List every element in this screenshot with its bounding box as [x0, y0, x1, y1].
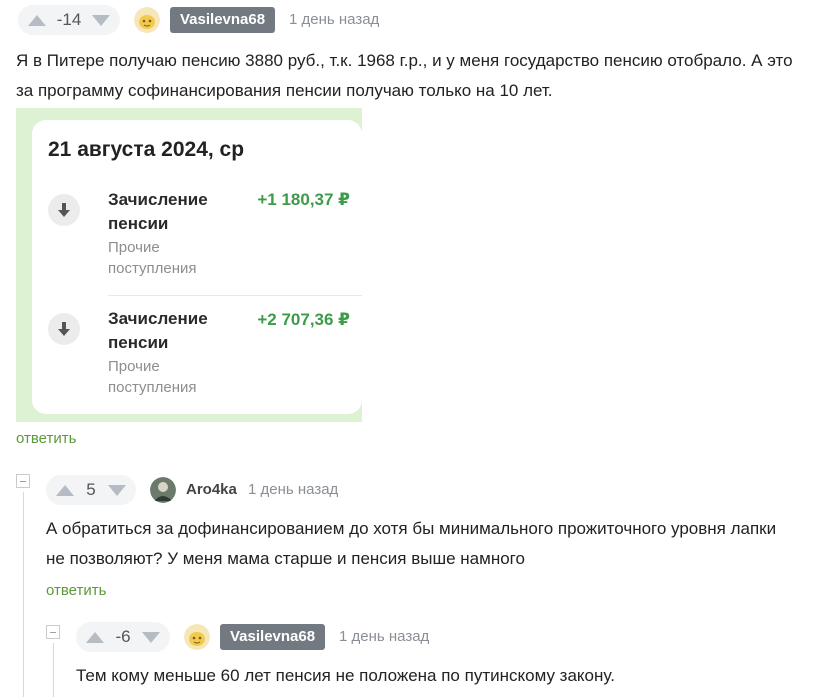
operation-title: Зачисление пенсии: [108, 190, 208, 233]
collapse-icon[interactable]: [46, 625, 60, 639]
author-name[interactable]: Vasilevna68: [170, 7, 276, 33]
avatar[interactable]: [134, 7, 160, 33]
upvote-icon[interactable]: [28, 14, 46, 26]
thread-line: [53, 643, 54, 697]
comment-score: -14: [56, 10, 82, 29]
rating-widget: -14: [18, 5, 120, 35]
thread-line: [23, 492, 24, 697]
collapse-icon[interactable]: [16, 474, 30, 488]
comment-text-line: Тем кому меньше 60 лет пенсия не положен…: [76, 666, 615, 685]
reply-link[interactable]: ответить: [46, 582, 106, 599]
downvote-icon[interactable]: [91, 14, 110, 26]
author-name[interactable]: Aro4ka: [186, 477, 237, 503]
rating-widget: -6: [76, 622, 170, 652]
downvote-icon[interactable]: [142, 631, 160, 643]
comment-score: -6: [115, 627, 131, 646]
comment-text-line: не позволяют? У меня мама старше и пенси…: [46, 549, 525, 568]
upvote-icon[interactable]: [86, 631, 104, 643]
attached-image[interactable]: 21 августа 2024, ср Зачисление пенсии Пр…: [16, 108, 362, 422]
divider: [108, 295, 362, 296]
operation-title: Зачисление пенсии: [108, 309, 208, 352]
operation-amount: +1 180,37 ₽: [257, 190, 350, 209]
incoming-arrow-icon: [48, 194, 80, 226]
operation-amount: +2 707,36 ₽: [257, 310, 350, 329]
reply-link[interactable]: ответить: [16, 430, 76, 447]
comment-text-line: Я в Питере получаю пенсию 3880 руб., т.к…: [16, 51, 793, 70]
operation-category: Прочие поступления: [108, 239, 197, 277]
avatar[interactable]: [150, 477, 176, 503]
comment-time: 1 день назад: [289, 11, 380, 28]
comment-text-line: А обратиться за дофинансированием до хот…: [46, 519, 777, 538]
bank-statement-card: 21 августа 2024, ср Зачисление пенсии Пр…: [32, 120, 362, 414]
author-name[interactable]: Vasilevna68: [220, 624, 326, 650]
incoming-arrow-icon: [48, 313, 80, 345]
operation-category: Прочие поступления: [108, 358, 197, 396]
comment-score: 5: [86, 480, 96, 499]
comment-time: 1 день назад: [339, 628, 430, 645]
statement-date: 21 августа 2024, ср: [48, 138, 245, 161]
avatar[interactable]: [184, 624, 210, 650]
upvote-icon[interactable]: [56, 484, 74, 496]
comment-text-line: за программу софинансирования пенсии пол…: [16, 81, 553, 100]
rating-widget: 5: [46, 475, 136, 505]
comment-time: 1 день назад: [248, 481, 339, 498]
downvote-icon[interactable]: [108, 484, 126, 496]
